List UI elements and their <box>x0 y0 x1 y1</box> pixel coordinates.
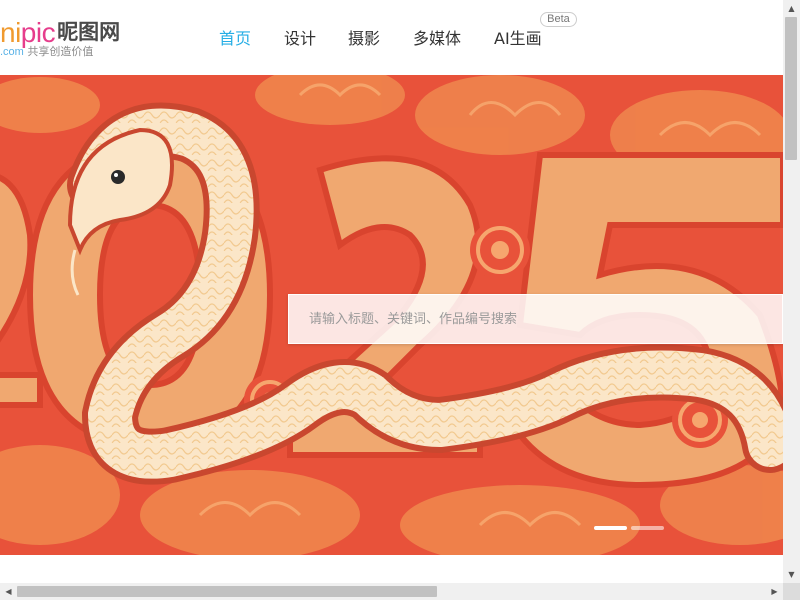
scrollbar-corner <box>783 583 800 600</box>
logo-wordmark: nipic昵图网 <box>0 18 120 48</box>
carousel-dot-1[interactable] <box>594 526 627 530</box>
logo-tagline: 共享创造价值 <box>27 45 94 58</box>
logo-tagline-row: .com 共享创造价值 <box>0 45 93 59</box>
vertical-scroll-thumb[interactable] <box>785 17 797 160</box>
search-input[interactable] <box>289 295 782 343</box>
left-arrow-icon[interactable]: ◀ <box>0 583 17 600</box>
site-logo[interactable]: nipic昵图网 .com 共享创造价值 <box>0 10 160 65</box>
logo-latin-prefix: ni <box>0 17 21 48</box>
beta-badge: Beta <box>540 12 577 27</box>
logo-name-cn: 昵图网 <box>57 21 121 44</box>
nav-item-design[interactable]: 设计 <box>284 28 316 50</box>
nav-item-home[interactable]: 首页 <box>219 28 251 50</box>
vertical-scrollbar[interactable]: ▲ ▼ <box>783 0 800 583</box>
carousel-dot-2[interactable] <box>631 526 664 530</box>
nav-item-ai-painting[interactable]: AI生画 <box>494 28 542 50</box>
search-box <box>288 294 783 344</box>
up-arrow-icon[interactable]: ▲ <box>783 0 800 17</box>
nav-item-photography[interactable]: 摄影 <box>348 28 380 50</box>
down-arrow-icon[interactable]: ▼ <box>783 566 800 583</box>
logo-domain-suffix: .com <box>0 46 24 58</box>
site-header: nipic昵图网 .com 共享创造价值 首页 设计 摄影 多媒体 AI生画 B… <box>0 0 783 75</box>
horizontal-scrollbar[interactable]: ◀ ▶ <box>0 583 783 600</box>
logo-latin-accent: pic <box>20 17 56 48</box>
right-arrow-icon[interactable]: ▶ <box>766 583 783 600</box>
nav-item-multimedia[interactable]: 多媒体 <box>413 28 461 50</box>
hero-banner[interactable] <box>0 75 783 555</box>
horizontal-scroll-thumb[interactable] <box>17 586 437 597</box>
